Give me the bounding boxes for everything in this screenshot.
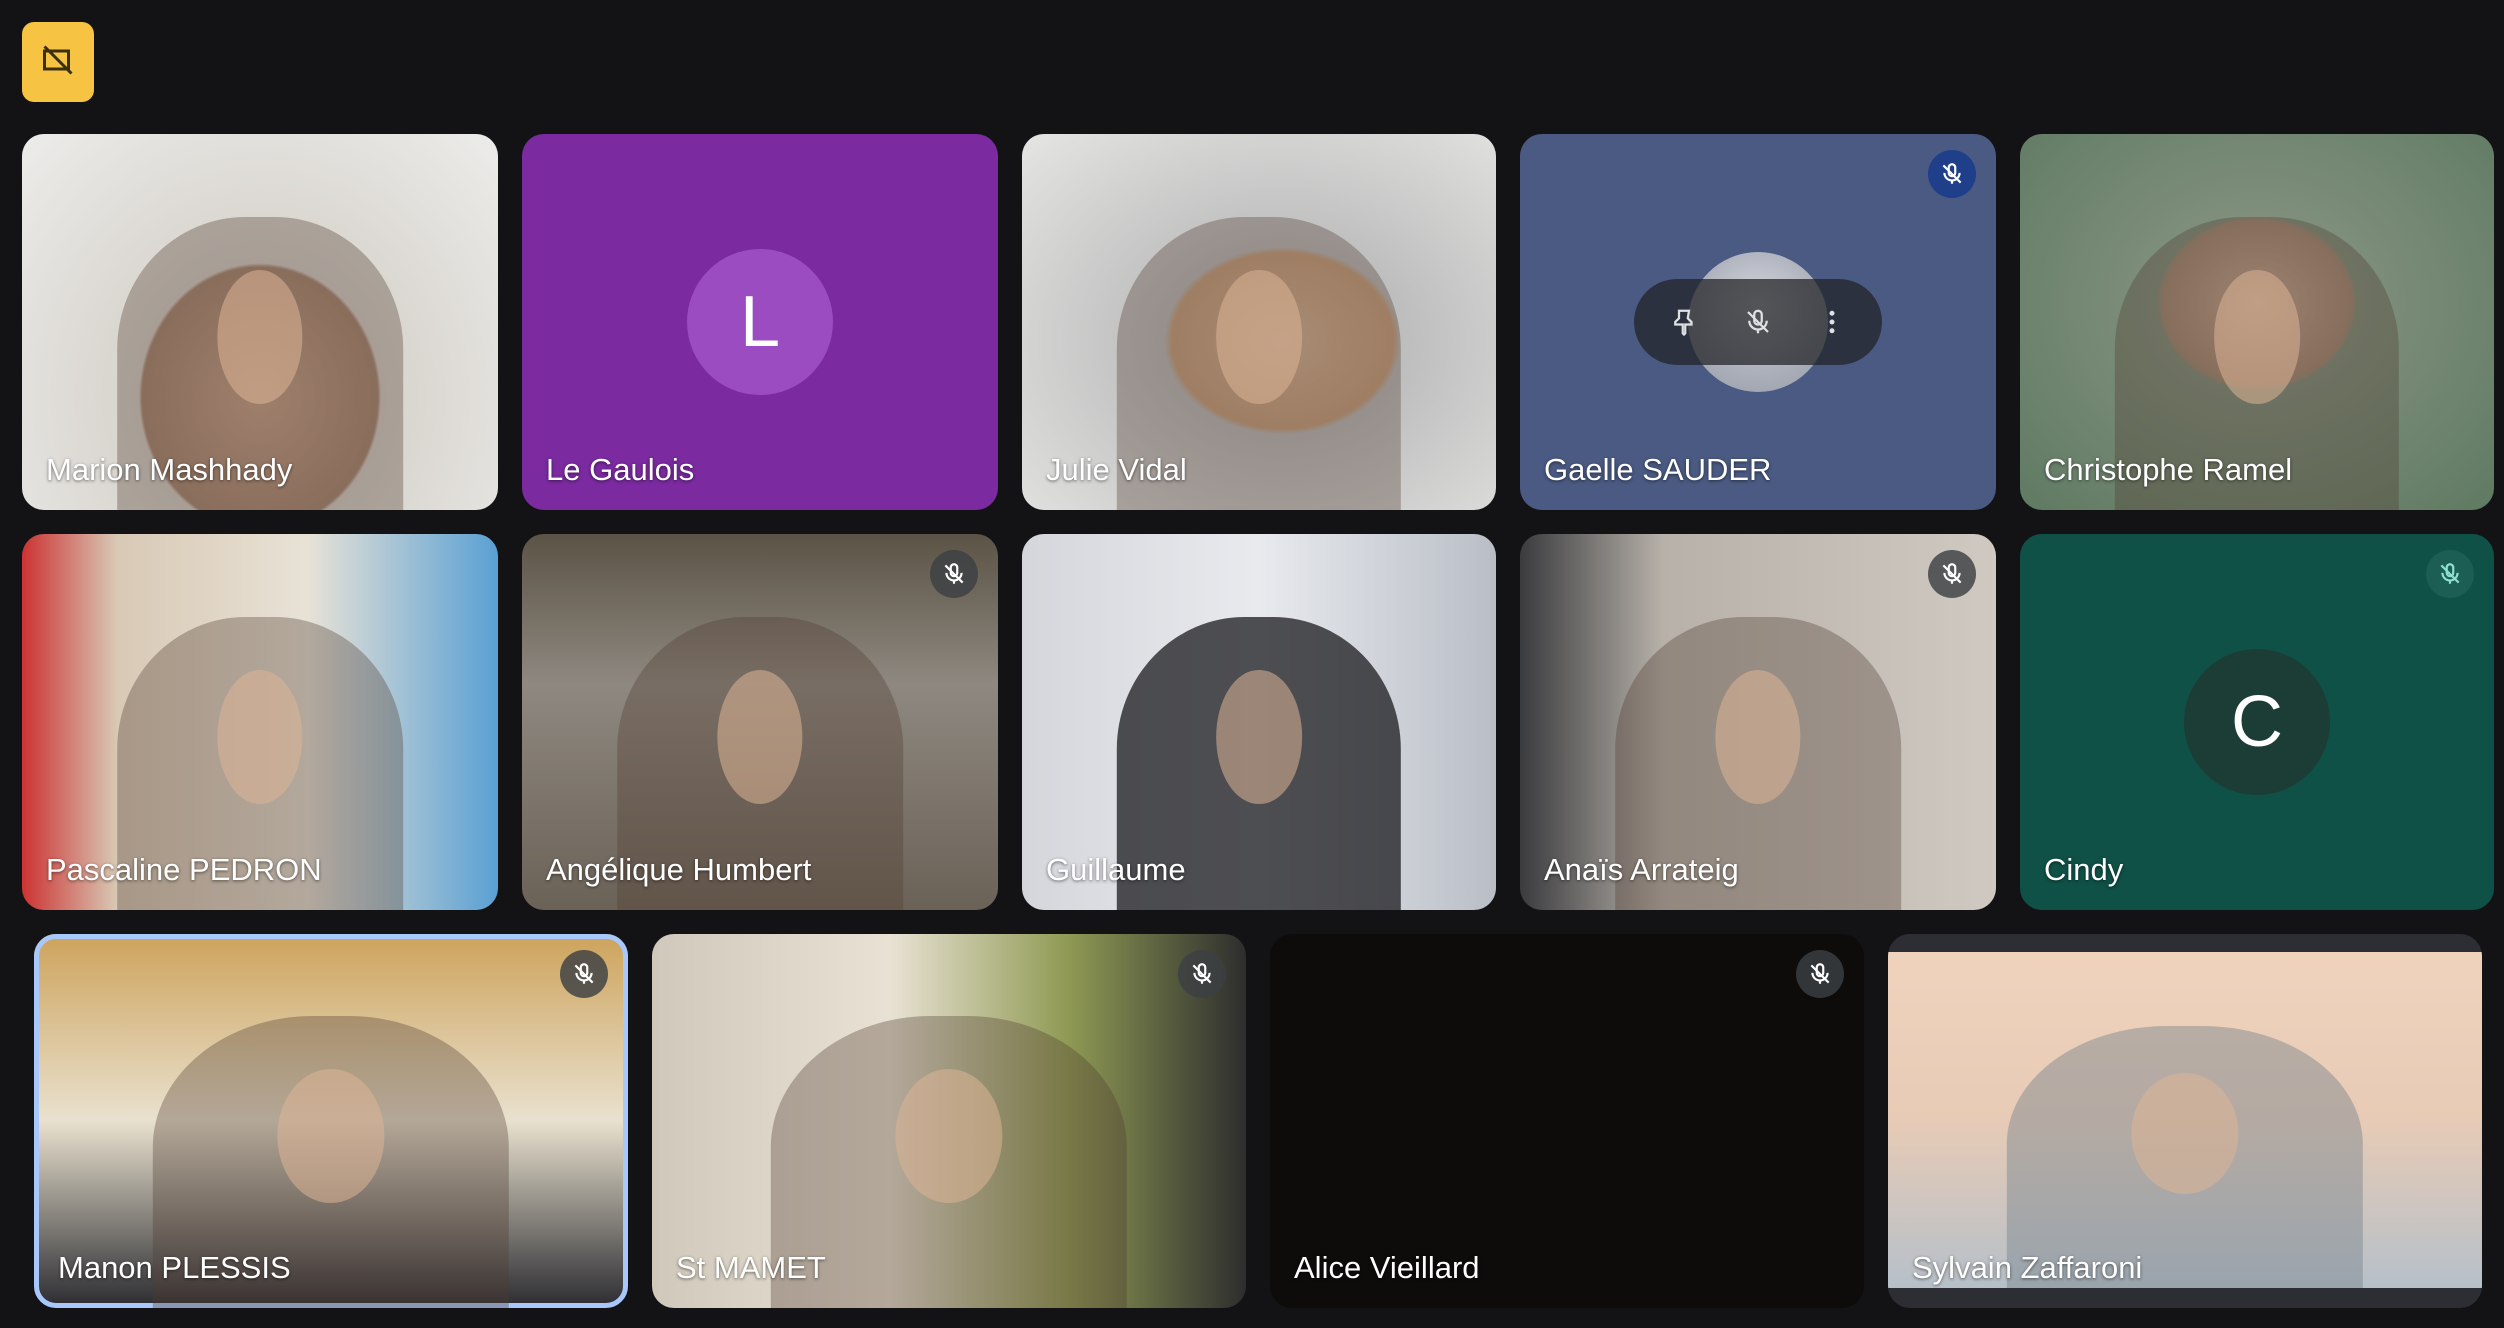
participant-name: St MAMET xyxy=(676,1250,826,1285)
participant-name: Pascaline PEDRON xyxy=(46,852,322,887)
avatar: C xyxy=(2184,649,2330,795)
participant-tile[interactable]: C Cindy xyxy=(2020,534,2494,910)
mic-off-icon xyxy=(930,550,978,598)
participant-name: Marion Mashhady xyxy=(46,452,293,487)
participant-name: Sylvain Zaffaroni xyxy=(1912,1250,2143,1285)
participant-name: Christophe Ramel xyxy=(2044,452,2293,487)
participant-name: Le Gaulois xyxy=(546,452,695,487)
pin-icon[interactable] xyxy=(1664,302,1704,342)
participant-grid: Marion Mashhady L Le Gaulois Julie Vidal xyxy=(0,0,2504,1328)
participant-name: Angélique Humbert xyxy=(546,852,812,887)
video-feed xyxy=(1888,952,2482,1288)
participant-tile[interactable]: Guillaume xyxy=(1022,534,1496,910)
participant-tile[interactable]: L Le Gaulois xyxy=(522,134,998,510)
participant-name: Guillaume xyxy=(1046,852,1186,887)
participant-name: Alice Vieillard xyxy=(1294,1250,1480,1285)
mic-off-icon xyxy=(1928,150,1976,198)
meeting-stage: Marion Mashhady L Le Gaulois Julie Vidal xyxy=(0,0,2504,1328)
tile-hover-controls xyxy=(1634,279,1882,365)
participant-tile[interactable]: Alice Vieillard xyxy=(1270,934,1864,1308)
participant-tile[interactable]: Angélique Humbert xyxy=(522,534,998,910)
participant-name: Cindy xyxy=(2044,852,2124,887)
participant-tile[interactable]: Anaïs Arrateig xyxy=(1520,534,1996,910)
participant-tile[interactable]: St MAMET xyxy=(652,934,1246,1308)
mic-off-icon xyxy=(1178,950,1226,998)
participant-name: Gaelle SAUDER xyxy=(1544,452,1772,487)
participant-tile[interactable]: Christophe Ramel xyxy=(2020,134,2494,510)
mic-off-icon xyxy=(1928,550,1976,598)
avatar: L xyxy=(687,249,833,395)
mic-off-icon xyxy=(1796,950,1844,998)
participant-tile[interactable]: Julie Vidal xyxy=(1022,134,1496,510)
participant-name: Anaïs Arrateig xyxy=(1544,852,1739,887)
participant-name: Julie Vidal xyxy=(1046,452,1187,487)
participant-tile[interactable]: Pascaline PEDRON xyxy=(22,534,498,910)
mic-off-icon xyxy=(2426,550,2474,598)
more-vert-icon[interactable] xyxy=(1812,302,1852,342)
participant-tile[interactable]: Marion Mashhady xyxy=(22,134,498,510)
participant-name: Manon PLESSIS xyxy=(58,1250,291,1285)
participant-tile[interactable]: Gaelle SAUDER xyxy=(1520,134,1996,510)
mic-off-icon xyxy=(560,950,608,998)
participant-tile-active-speaker[interactable]: Manon PLESSIS xyxy=(34,934,628,1308)
mute-participant-icon[interactable] xyxy=(1738,302,1778,342)
participant-tile[interactable]: Sylvain Zaffaroni xyxy=(1888,934,2482,1308)
